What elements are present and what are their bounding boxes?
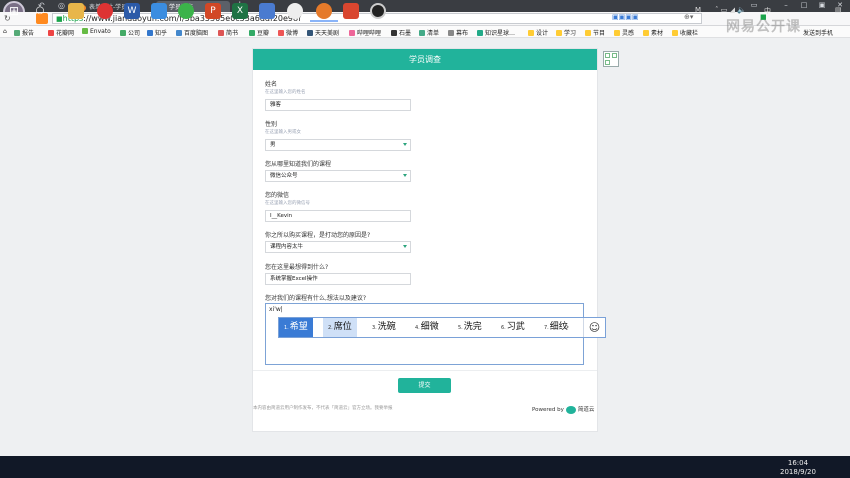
field-label-wechat: 您的微信: [265, 192, 290, 199]
bookmark-item[interactable]: 豆瓣: [249, 28, 269, 37]
field-label-suggestion: 您对我们的课程有什么,想法以及建议?: [265, 295, 367, 302]
history-icon[interactable]: ◎: [58, 1, 65, 10]
ime-candidate-2[interactable]: 2.席位: [323, 318, 357, 337]
powered-by[interactable]: Powered by 简道云: [532, 405, 594, 414]
active-app-indicator: [310, 20, 338, 22]
search-icon[interactable]: ○: [32, 3, 48, 19]
footer-disclaimer[interactable]: 本内容由简道云用户制作发布，不代表「简道云」官方立场。我要举报: [253, 405, 393, 411]
recorder-icon[interactable]: [343, 3, 359, 19]
field-label-goal: 您在这里最想得到什么?: [265, 264, 329, 271]
field-label-gender: 性别: [265, 121, 278, 128]
form-divider: [253, 370, 597, 371]
bookmark-item[interactable]: 哔哩哔哩: [349, 28, 381, 37]
excel-icon[interactable]: X: [232, 3, 248, 19]
bookmark-item[interactable]: 花瓣网: [48, 28, 74, 37]
file-explorer-icon[interactable]: [68, 3, 84, 19]
field-hint-gender: 在这里输入男或女: [265, 130, 301, 135]
search-engine-icon[interactable]: ⊕▾: [684, 13, 693, 21]
qr-code-icon[interactable]: [603, 51, 619, 67]
gender-select[interactable]: 男: [265, 139, 411, 151]
minimize-icon[interactable]: –: [780, 1, 792, 10]
bookmark-item[interactable]: 灵感: [614, 28, 634, 37]
note-icon[interactable]: [151, 3, 167, 19]
skin-icon[interactable]: ▭: [748, 1, 760, 10]
browser-taskbar-icon[interactable]: [316, 3, 332, 19]
bookmark-item[interactable]: Envato: [82, 28, 111, 35]
ime-candidate-1[interactable]: 1.希望: [279, 318, 313, 337]
tab-form-design[interactable]: 表单设计-学员…: [76, 1, 154, 12]
jiandaoyun-logo-icon: [565, 405, 576, 414]
bookmark-item[interactable]: 节目: [585, 28, 605, 37]
goal-input[interactable]: 系统掌握Excel操作: [265, 273, 411, 285]
obs-icon[interactable]: [370, 3, 386, 19]
name-input[interactable]: 雅客: [265, 99, 411, 111]
field-label-reason: 你之所以购买课程，是打动您的原因是?: [265, 232, 371, 239]
bookmark-item[interactable]: 知识星球…: [477, 28, 515, 37]
bookmark-item[interactable]: 百度脑图: [176, 28, 208, 37]
field-hint-name: 在这里输入您的姓名: [265, 90, 306, 95]
apps-icon[interactable]: ⌂: [3, 28, 7, 35]
dropdown-arrow-icon: [403, 245, 407, 248]
taskbar: [0, 456, 850, 478]
next-page-icon[interactable]: ›: [565, 320, 569, 333]
bookmark-item[interactable]: 公司: [120, 28, 140, 37]
restore-icon[interactable]: ▣: [816, 1, 828, 10]
bookmark-item[interactable]: 素材: [643, 28, 663, 37]
ime-candidate-bar: 1.希望 2.席位 3.洗碗 4.细微 5.洗完 6.习武 7.细纹 › ☺: [278, 317, 606, 338]
bookmark-item[interactable]: 清单: [419, 28, 439, 37]
clock[interactable]: 16:04 2018/9/20: [780, 459, 816, 477]
form-title: 学员调查: [253, 49, 597, 70]
source-select[interactable]: 微信公众号: [265, 170, 411, 182]
submit-button[interactable]: 提交: [398, 378, 451, 393]
dropdown-arrow-icon: [403, 143, 407, 146]
netease-music-icon[interactable]: [97, 3, 113, 19]
wechat-icon[interactable]: [178, 3, 194, 19]
bookmark-item[interactable]: 幕布: [448, 28, 468, 37]
bookmark-item[interactable]: 微博: [278, 28, 298, 37]
bookmark-item[interactable]: 简书: [218, 28, 238, 37]
powerpoint-icon[interactable]: P: [205, 3, 221, 19]
language-indicator[interactable]: 中: [764, 6, 771, 16]
bookmark-item[interactable]: 知乎: [147, 28, 167, 37]
send-to-phone-link[interactable]: 发送到手机: [803, 28, 833, 37]
watermark: 网易公开课: [726, 19, 801, 35]
field-label-source: 您从哪里知道我们的课程: [265, 161, 332, 168]
bookmark-item[interactable]: 石墨: [391, 28, 411, 37]
dropdown-arrow-icon: [403, 174, 407, 177]
ime-candidate-4[interactable]: 4.细微: [410, 318, 444, 337]
ime-candidate-5[interactable]: 5.洗完: [453, 318, 487, 337]
field-hint-wechat: 在这里输入您的微信号: [265, 201, 310, 206]
tray-icons[interactable]: ˆ ▭ ◢ 🔈: [715, 6, 746, 14]
ime-candidate-3[interactable]: 3.洗碗: [367, 318, 401, 337]
bookmark-item[interactable]: 收藏栏: [672, 28, 698, 37]
lock-icon: ■: [56, 15, 63, 23]
notification-icon[interactable]: ▤: [835, 6, 842, 14]
reason-select[interactable]: 课程内容太牛: [265, 241, 411, 253]
bird-app-icon[interactable]: [259, 3, 275, 19]
checklist-app-icon[interactable]: [287, 3, 303, 19]
bookmark-bar: ⌂ 报告 花瓣网 Envato 公司 知乎 百度脑图 简书 豆瓣 微博 天天美剧…: [0, 26, 850, 38]
word-icon[interactable]: W: [124, 3, 140, 19]
maximize-icon[interactable]: □: [798, 1, 810, 10]
bookmark-item[interactable]: 天天美剧: [307, 28, 339, 37]
bookmark-item[interactable]: 学习: [556, 28, 576, 37]
input-method-icon[interactable]: M: [695, 6, 701, 14]
ime-candidate-6[interactable]: 6.习武: [496, 318, 530, 337]
extension-icons[interactable]: ▣▣▣▣: [612, 13, 638, 21]
emoji-icon[interactable]: ☺: [583, 318, 605, 337]
field-label-name: 姓名: [265, 81, 278, 88]
wechat-input[interactable]: I__Kevin: [265, 210, 411, 222]
windows-start-icon[interactable]: ⊞: [6, 3, 22, 19]
bookmark-item[interactable]: 报告: [14, 28, 34, 37]
bookmark-item[interactable]: 设计: [528, 28, 548, 37]
